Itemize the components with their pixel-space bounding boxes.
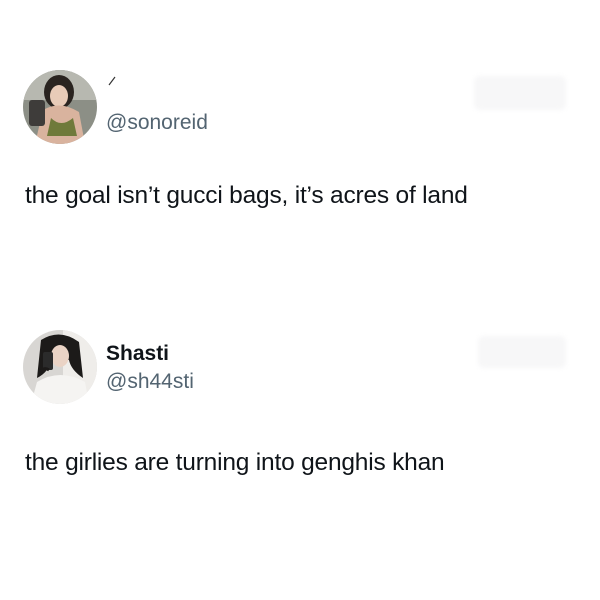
display-name[interactable]: Shasti <box>106 342 169 366</box>
avatar[interactable] <box>23 330 97 404</box>
tweet-text: the girlies are turning into genghis kha… <box>25 449 445 476</box>
profile-photo-icon <box>23 70 97 144</box>
tweet-text: the goal isn’t gucci bags, it’s acres of… <box>25 182 468 209</box>
blurred-area <box>478 336 566 368</box>
pen-mark-icon <box>108 76 116 86</box>
tweet-handle[interactable]: @sonoreid <box>106 111 208 135</box>
avatar[interactable] <box>23 70 97 144</box>
profile-photo-icon <box>23 330 97 404</box>
tweet-handle[interactable]: @sh44sti <box>106 370 194 394</box>
blurred-area <box>474 76 566 110</box>
